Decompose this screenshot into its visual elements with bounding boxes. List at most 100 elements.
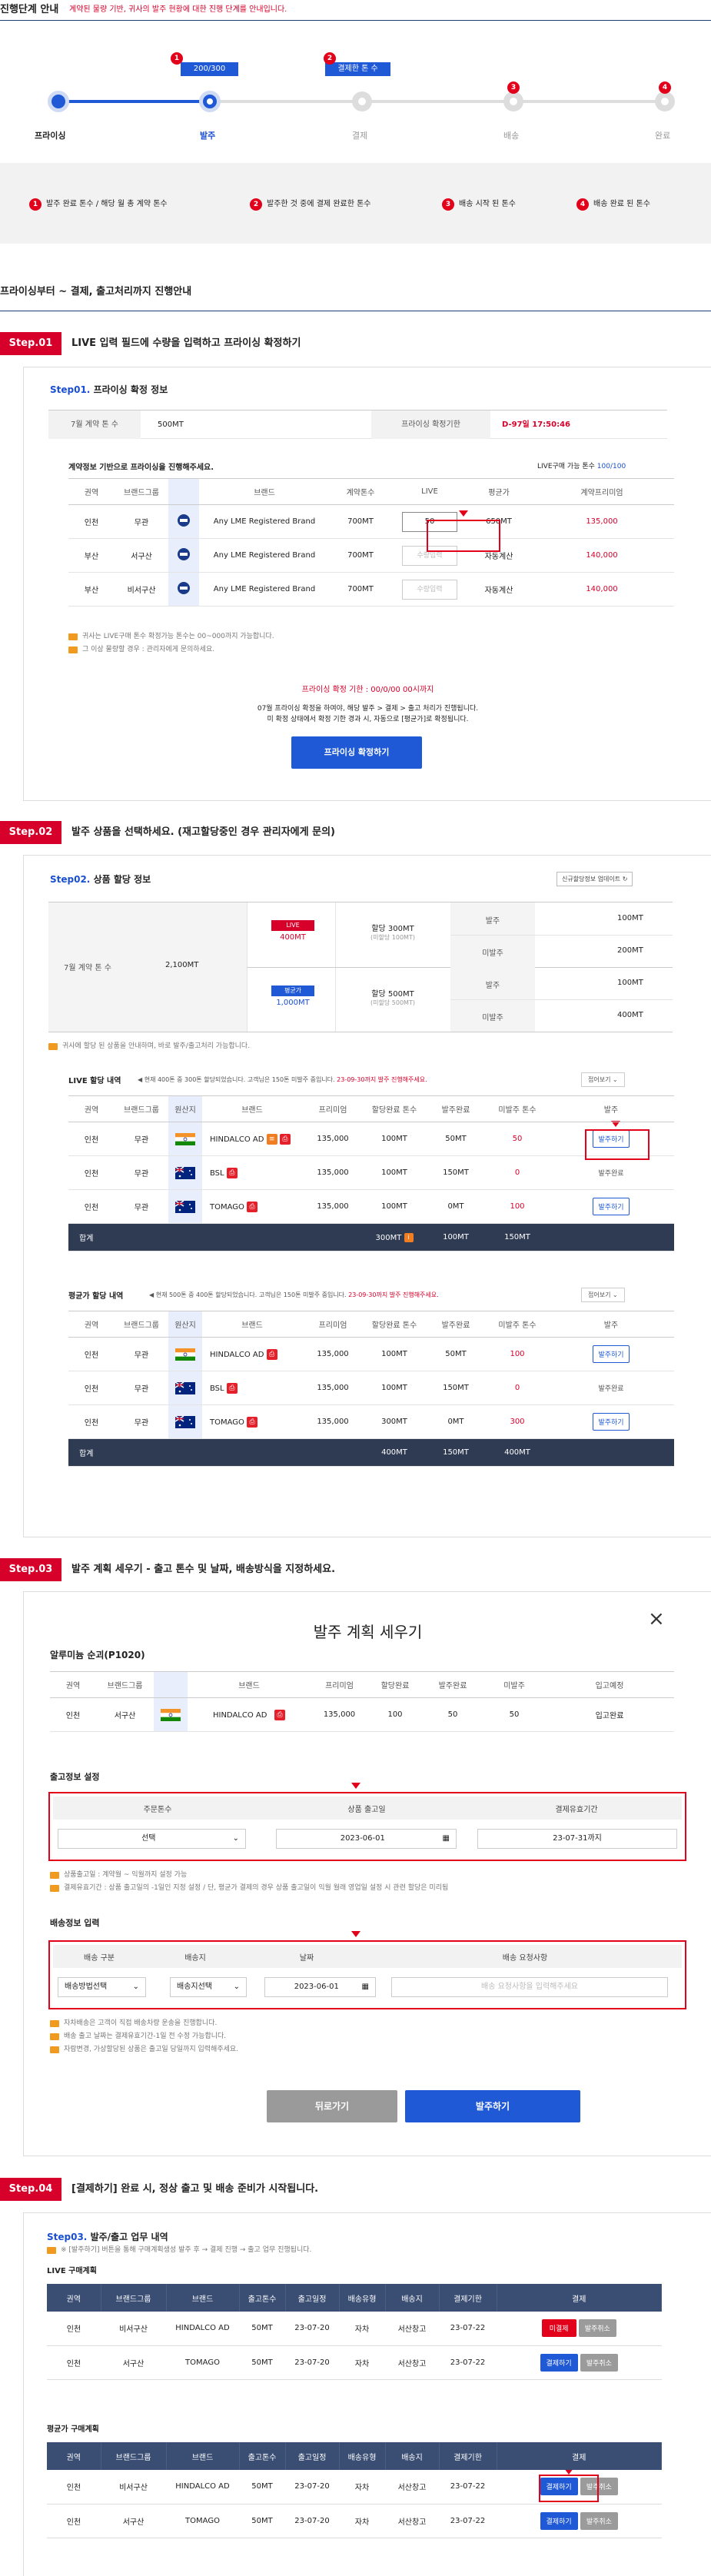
delivery-request-input[interactable]: 배송 요청사항을 입력해주세요 xyxy=(391,1977,668,1997)
order-qty-select[interactable]: 선택 ⌄ xyxy=(58,1829,246,1849)
chevron-down-icon: ⌄ xyxy=(233,1983,240,1991)
col-done: 발주완료 xyxy=(425,1311,487,1338)
pdf-icon[interactable]: ⎙ xyxy=(266,1348,277,1360)
step2-card-prefix: Step02. xyxy=(50,874,91,885)
sum-done: 150MT xyxy=(425,1438,487,1467)
ship-form: 주문톤수 상품 출고일 결제유효기간 선택 ⌄ 2023-06-01 ▦ 23-07… xyxy=(53,1797,682,1856)
cell-tons: 50MT xyxy=(239,2470,285,2505)
submit-order-button[interactable]: 발주하기 xyxy=(405,2090,580,2122)
col-date: 출고일정 xyxy=(285,2442,340,2470)
col-brandgroup: 브랜드그룹 xyxy=(96,1671,154,1698)
col-tons: 출고톤수 xyxy=(239,2284,286,2312)
cell-group: 서구산 xyxy=(101,2345,166,2380)
pdf-icon[interactable]: ⎙ xyxy=(279,1133,291,1145)
cell-brand: HINDALCO AD xyxy=(166,2470,239,2505)
live-qty-input[interactable]: 수량입력 xyxy=(402,579,457,600)
stat-value: 100MT xyxy=(617,914,643,922)
table-row: 인천 서구산 TOMAGO 50MT 23-07-20 자차 서산창고 23-0… xyxy=(47,2504,662,2538)
pay-button[interactable]: 결제하기 xyxy=(540,2511,578,2530)
chevron-down-icon: ⌄ xyxy=(613,1291,618,1298)
contract-value: 2,100MT xyxy=(165,961,199,969)
col-due: 결제기한 xyxy=(439,2284,497,2312)
step-dot-pricing xyxy=(48,91,69,112)
pdf-icon[interactable]: ⎙ xyxy=(247,1201,258,1212)
delivery-method-select[interactable]: 배송방법선택 ⌄ xyxy=(58,1977,146,1997)
delivery-date-input[interactable]: 2023-06-01 ▦ xyxy=(264,1977,376,1997)
chevron-down-icon: ⌄ xyxy=(132,1983,139,1991)
alloc-live: 할당 300MT xyxy=(371,925,414,933)
fold-button[interactable]: 접어보기 ⌄ xyxy=(581,1288,625,1302)
cell-avg: 자동계산 xyxy=(468,572,530,607)
info-icon[interactable]: i xyxy=(404,1232,414,1242)
cell-region: 인천 xyxy=(68,1404,115,1439)
order-button[interactable]: 발주하기 xyxy=(593,1413,630,1431)
info-line: 07월 프라이싱 확정을 하여야, 해당 발주 > 결제 > 출고 처리가 진행… xyxy=(257,705,479,713)
cell-premium: 135,000 xyxy=(302,1371,364,1405)
doc-icon[interactable]: ≡ xyxy=(266,1133,277,1145)
pdf-icon[interactable]: ⎙ xyxy=(247,1416,258,1428)
cell-type: 자차 xyxy=(339,2312,385,2346)
refresh-icon: ↻ xyxy=(622,876,628,882)
cancel-order-button[interactable]: 발주취소 xyxy=(578,2319,616,2338)
step2-header: Step.02 발주 상품을 선택하세요. (재고할당중인 경우 관리자에게 문… xyxy=(0,821,711,844)
order-complete-label: 발주완료 xyxy=(548,1371,674,1405)
pdf-icon[interactable]: ⎙ xyxy=(274,1709,285,1720)
step3-header: Step.03 발주 계획 세우기 - 출고 톤수 및 날짜, 배송방식을 지정… xyxy=(0,1558,711,1581)
step1-contract-row: 7월 계약 톤 수 500MT 프라이싱 확정기한 D-97일 17:50:46 xyxy=(48,410,667,439)
badge-3: 3 xyxy=(507,81,520,94)
live-input-cell: 수량입력 xyxy=(391,572,468,607)
fold-button[interactable]: 접어보기 ⌄ xyxy=(581,1072,625,1087)
australia-flag-icon xyxy=(168,1189,202,1224)
cancel-order-button[interactable]: 발주취소 xyxy=(580,2353,618,2372)
col-remain: 미발주 톤수 xyxy=(487,1311,548,1338)
unpaid-button[interactable]: 미결제 xyxy=(541,2319,576,2338)
pdf-icon[interactable]: ⎙ xyxy=(226,1167,238,1178)
step-dot-done xyxy=(655,91,675,111)
close-icon[interactable]: × xyxy=(648,1609,665,1629)
back-button[interactable]: 뒤로가기 xyxy=(267,2090,397,2122)
cell-alloc: 300MT xyxy=(364,1404,425,1439)
stat-key: 미발주 xyxy=(482,949,503,958)
stat-key: 미발주 xyxy=(482,1014,503,1022)
cell-premium: 140,000 xyxy=(530,572,674,607)
brand-name: HINDALCO AD xyxy=(210,1135,264,1144)
col-origin: 원산지 xyxy=(168,1095,202,1122)
cell-tons: 50MT xyxy=(239,2345,285,2380)
step3-title: 발주 계획 세우기 - 출고 톤수 및 날짜, 배송방식을 지정하세요. xyxy=(71,1564,336,1575)
confirm-pricing-button[interactable]: 프라이싱 확정하기 xyxy=(291,736,422,769)
order-button[interactable]: 발주하기 xyxy=(593,1198,630,1215)
live-marker xyxy=(459,510,468,517)
stat-value: 400MT xyxy=(617,1011,643,1019)
cell-region: 인천 xyxy=(68,1155,115,1190)
cancel-order-button[interactable]: 발주취소 xyxy=(580,2511,618,2530)
delivery-dest-select[interactable]: 배송지선택 ⌄ xyxy=(170,1977,247,1997)
step2-title: 발주 상품을 선택하세요. (재고할당중인 경우 관리자에게 문의) xyxy=(71,826,335,838)
cell-group: 무관 xyxy=(115,1122,168,1156)
calendar-icon: ▦ xyxy=(442,1834,450,1843)
order-button[interactable]: 발주하기 xyxy=(593,1345,630,1363)
live-avail: LIVE구매 가능 톤수 100/100 xyxy=(537,460,626,470)
col-date: 출고일정 xyxy=(285,2284,340,2312)
cell-action: 발주하기 xyxy=(548,1404,674,1439)
progress-legend: 1 발주 완료 톤수 / 해당 월 총 계약 톤수 2 발주한 것 중에 결제 완료… xyxy=(0,163,711,244)
payment-due-field: 23-07-31까지 xyxy=(477,1829,677,1849)
cell-remain: 50 xyxy=(483,1697,545,1732)
pay-button[interactable]: 결제하기 xyxy=(540,2353,578,2372)
alloc-live-sub: (미할당 100MT) xyxy=(370,934,415,941)
legend-dot-2: 2 xyxy=(250,198,262,211)
ship-marker xyxy=(351,1783,360,1789)
step1-info: 07월 프라이싱 확정을 하여야, 해당 발주 > 결제 > 출고 처리가 진행… xyxy=(24,703,711,725)
ship-date-input[interactable]: 2023-06-01 ▦ xyxy=(276,1829,457,1849)
update-allocation-button[interactable]: 신규할당정보 업데이트 ↻ xyxy=(557,872,633,886)
cell-dest: 서산창고 xyxy=(385,2312,439,2346)
col-pay: 결제 xyxy=(497,2284,662,2312)
step-dot-payment xyxy=(352,91,372,111)
contract-value: 500MT xyxy=(158,420,184,429)
sum-row: 합계 400MT 150MT 400MT xyxy=(68,1438,674,1467)
stat-value: 100MT xyxy=(617,979,643,987)
col-due: 결제기한 xyxy=(439,2442,497,2470)
cell-remain: 300 xyxy=(487,1404,548,1439)
live-info-text: 현재 400톤 중 300톤 할당되었습니다. 고객님은 150톤 미발주 중입… xyxy=(144,1076,335,1083)
lme-icon xyxy=(168,572,199,607)
pdf-icon[interactable]: ⎙ xyxy=(226,1382,238,1394)
